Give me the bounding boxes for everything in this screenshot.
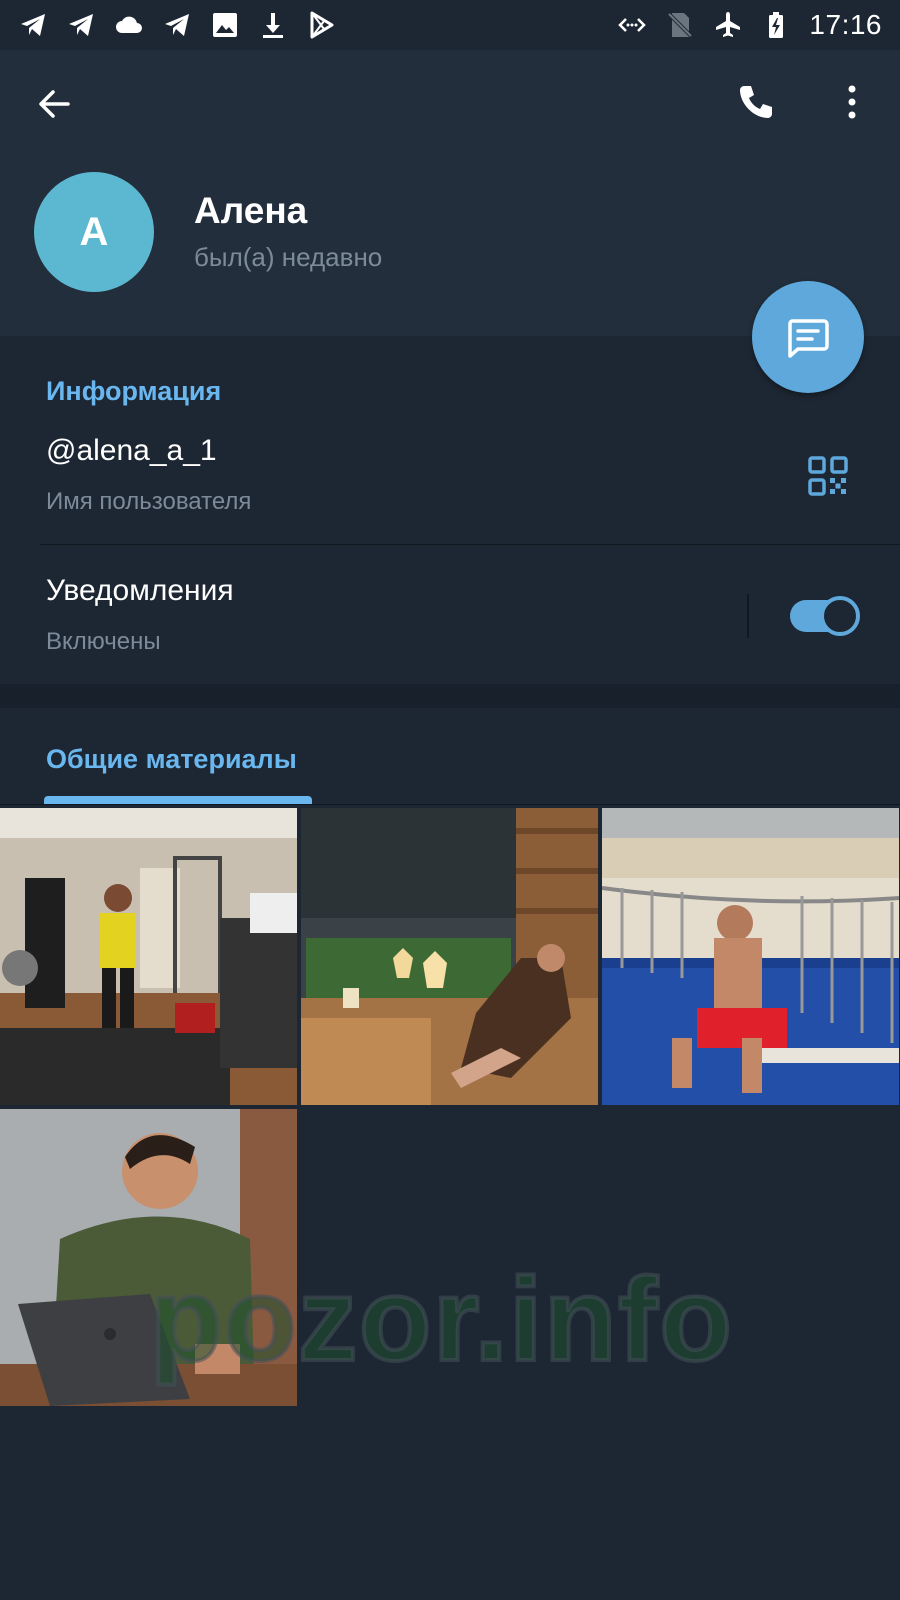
data-saver-icon: [617, 10, 647, 40]
watermark: pozor.info: [148, 1252, 734, 1388]
download-icon: [258, 10, 288, 40]
info-section-title: Информация: [46, 376, 222, 406]
notifications-title[interactable]: Уведомления: [46, 574, 234, 608]
username-caption: Имя пользователя: [46, 488, 252, 515]
tab-indicator: [44, 796, 312, 804]
notifications-caption: Включены: [46, 628, 161, 655]
info-section: Информация @alena_a_1 Имя пользователя У…: [0, 336, 900, 684]
tab-shared-media[interactable]: Общие материалы: [46, 744, 297, 775]
no-sim-icon: [665, 10, 695, 40]
battery-charging-icon: [761, 10, 791, 40]
profile-header: А Алена был(а) недавно: [0, 50, 900, 336]
profile-status: был(а) недавно: [194, 242, 383, 272]
notifications-toggle[interactable]: [790, 596, 860, 636]
more-vertical-icon: [848, 85, 856, 119]
username-value[interactable]: @alena_a_1: [46, 434, 217, 468]
section-separator: [0, 684, 900, 708]
qr-code-button[interactable]: [808, 456, 848, 496]
media-thumbnail-gym[interactable]: [0, 808, 297, 1105]
status-bar-notifications: [18, 10, 336, 40]
send-message-button[interactable]: [752, 281, 864, 393]
toggle-knob: [820, 596, 860, 636]
more-options-button[interactable]: [828, 78, 876, 126]
divider: [40, 544, 900, 545]
cloud-icon: [114, 10, 144, 40]
vertical-divider: [747, 594, 749, 638]
arrow-back-icon: [39, 90, 70, 118]
status-bar: 17:16: [0, 0, 900, 50]
back-button[interactable]: [30, 80, 78, 128]
status-bar-system: 17:16: [617, 9, 882, 41]
profile-name: Алена: [194, 190, 308, 231]
telegram-icon: [162, 10, 192, 40]
airplane-icon: [713, 10, 743, 40]
phone-icon: [740, 86, 772, 118]
call-button[interactable]: [732, 78, 780, 126]
tab-underline: [0, 804, 900, 805]
media-thumbnail-pool[interactable]: [602, 808, 899, 1105]
telegram-icon: [66, 10, 96, 40]
avatar[interactable]: А: [34, 172, 154, 292]
qr-code-icon: [808, 456, 848, 496]
shared-media-section: Общие материалы: [0, 708, 900, 1600]
status-time: 17:16: [809, 9, 882, 40]
telegram-icon: [18, 10, 48, 40]
media-thumbnail-sauna[interactable]: [301, 808, 598, 1105]
play-store-icon: [306, 10, 336, 40]
image-icon: [210, 10, 240, 40]
message-icon: [788, 319, 829, 358]
